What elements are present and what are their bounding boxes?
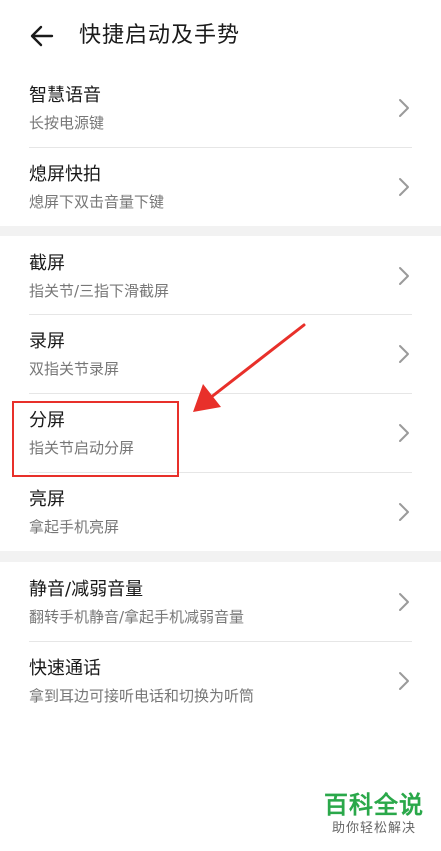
item-label: 快速通话 [29,658,101,679]
setting-item-screenshot[interactable]: 截屏 指关节/三指下滑截屏 [0,236,441,314]
chevron-right-icon [399,503,409,521]
item-subtitle: 熄屏下双击音量下键 [29,193,165,211]
section-gap [0,551,441,562]
arrow-left-icon[interactable] [28,22,56,50]
chevron-right-icon [399,424,409,442]
item-label: 截屏 [29,253,65,274]
setting-item-quick-call[interactable]: 快速通话 拿到耳边可接听电话和切换为听筒 [0,642,441,720]
setting-item-screen-off-snap[interactable]: 熄屏快拍 熄屏下双击音量下键 [0,148,441,226]
watermark-title: 百科全说 [324,791,424,819]
item-subtitle: 双指关节录屏 [29,360,120,378]
chevron-right-icon [399,99,409,117]
chevron-right-icon [399,345,409,363]
section-gap [0,226,441,236]
page-title: 快捷启动及手势 [79,23,241,48]
item-subtitle: 拿起手机亮屏 [29,518,120,536]
item-subtitle: 翻转手机静音/拿起手机减弱音量 [29,608,245,626]
item-label: 亮屏 [29,489,65,510]
item-label: 静音/减弱音量 [29,579,144,600]
chevron-right-icon [399,267,409,285]
item-subtitle: 拿到耳边可接听电话和切换为听筒 [29,687,255,705]
item-label: 智慧语音 [29,85,101,106]
header: 快捷启动及手势 [0,0,441,72]
chevron-right-icon [399,593,409,611]
setting-item-screen-record[interactable]: 录屏 双指关节录屏 [0,315,441,393]
watermark: 百科全说 助你轻松解决 [315,790,433,838]
watermark-subtitle: 助你轻松解决 [331,821,416,836]
setting-item-smart-voice[interactable]: 智慧语音 长按电源键 [0,72,441,147]
annotation-highlight-box [12,401,179,477]
item-subtitle: 长按电源键 [29,114,105,132]
setting-item-mute-reduce-volume[interactable]: 静音/减弱音量 翻转手机静音/拿起手机减弱音量 [0,562,441,641]
setting-item-raise-wake[interactable]: 亮屏 拿起手机亮屏 [0,473,441,551]
chevron-right-icon [399,178,409,196]
chevron-right-icon [399,672,409,690]
item-subtitle: 指关节/三指下滑截屏 [29,282,170,300]
item-label: 熄屏快拍 [29,164,101,185]
item-label: 录屏 [29,331,65,352]
